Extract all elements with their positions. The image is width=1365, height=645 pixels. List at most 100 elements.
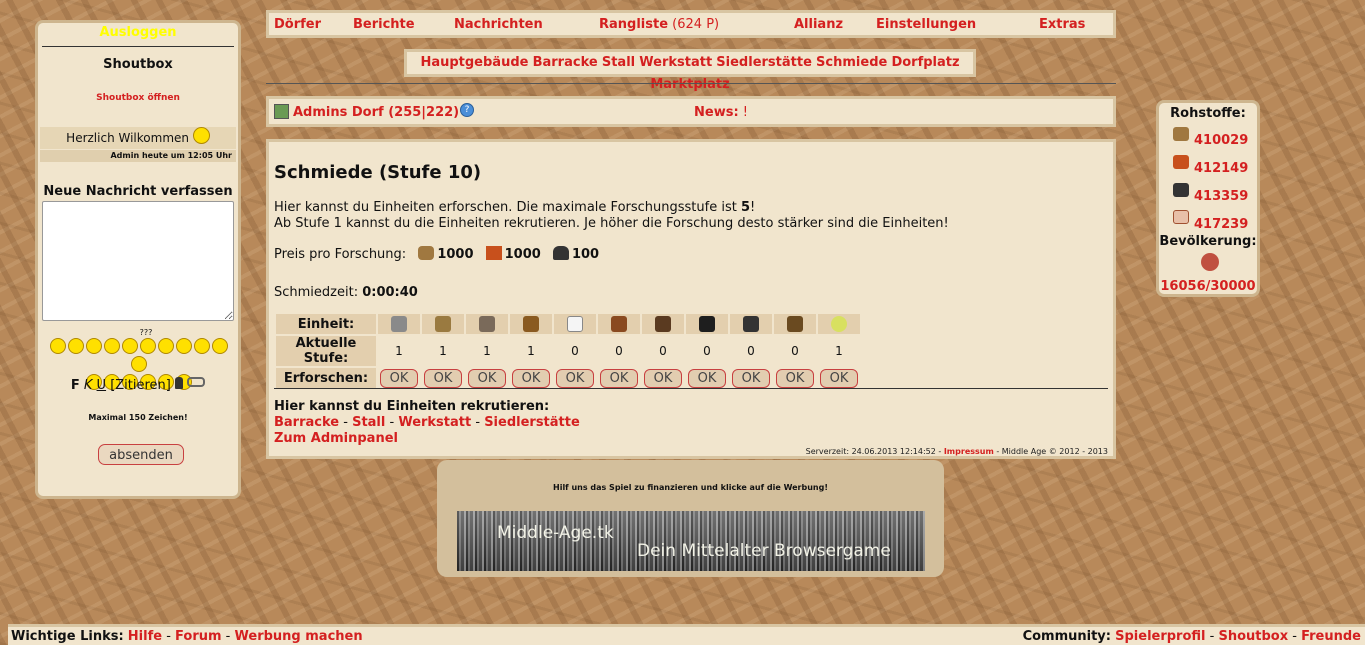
admin-panel-link[interactable]: Zum Adminpanel xyxy=(274,431,398,446)
underline-button[interactable]: U xyxy=(97,378,107,393)
cry-smiley-icon[interactable] xyxy=(158,338,174,354)
link-icon[interactable] xyxy=(187,377,206,387)
server-footer: Serverzeit: 24.06.2013 12:14:52 - Impres… xyxy=(806,447,1108,456)
nav-extras[interactable]: Extras xyxy=(1039,17,1085,32)
footer-ads-link[interactable]: Werbung machen xyxy=(235,629,363,644)
research-ok-button[interactable]: OK xyxy=(512,368,550,388)
laugh-smiley-icon[interactable] xyxy=(194,338,210,354)
footer-friends-link[interactable]: Freunde xyxy=(1301,629,1361,644)
nav-messages[interactable]: Nachrichten xyxy=(454,17,543,32)
community-label: Community: xyxy=(1022,629,1111,644)
unit-cell xyxy=(598,314,640,334)
village-name-link[interactable]: Admins Dorf (255|222) xyxy=(293,105,459,120)
ad-text: Hilf uns das Spiel zu finanzieren und kl… xyxy=(553,483,828,492)
user-icon[interactable] xyxy=(175,377,184,389)
iron-icon xyxy=(552,246,569,260)
research-cell: OK xyxy=(422,368,464,388)
research-ok-button[interactable]: OK xyxy=(644,368,682,388)
row-header-level: Aktuelle Stufe: xyxy=(276,336,376,366)
footer-profile-link[interactable]: Spielerprofil xyxy=(1115,629,1205,644)
food-icon xyxy=(1173,210,1189,224)
research-ok-button[interactable]: OK xyxy=(688,368,726,388)
angry-smiley-icon[interactable] xyxy=(122,338,138,354)
unit-cell xyxy=(510,314,552,334)
research-cell: OK xyxy=(730,368,772,388)
logout-link[interactable]: Ausloggen xyxy=(38,25,238,40)
wink-smiley-icon[interactable] xyxy=(131,356,147,372)
footer-help-link[interactable]: Hilfe xyxy=(128,629,162,644)
nav-reports[interactable]: Berichte xyxy=(353,17,415,32)
footer-forum-link[interactable]: Forum xyxy=(175,629,222,644)
catapult-icon xyxy=(787,316,803,332)
frown-smiley-icon[interactable] xyxy=(50,338,66,354)
smith-time-value: 0:00:40 xyxy=(362,285,418,300)
recruit-title: Hier kannst du Einheiten rekrutieren: xyxy=(274,399,550,414)
unit-level: 1 xyxy=(483,344,491,358)
unit-cell xyxy=(730,314,772,334)
sad-smiley-icon[interactable] xyxy=(104,338,120,354)
nav-villages[interactable]: Dörfer xyxy=(274,17,321,32)
settler-icon xyxy=(831,316,847,332)
bold-button[interactable]: F xyxy=(71,378,80,393)
nav-settings[interactable]: Einstellungen xyxy=(876,17,976,32)
building-link-main[interactable]: Hauptgebäude xyxy=(420,55,528,70)
quote-button[interactable]: [Zitieren] xyxy=(110,378,171,393)
max-chars-note: Maximal 150 Zeichen! xyxy=(88,413,188,422)
ram-icon xyxy=(743,316,759,332)
building-link-settlers[interactable]: Siedlerstätte xyxy=(716,55,812,70)
footer-shoutbox-link[interactable]: Shoutbox xyxy=(1218,629,1288,644)
research-ok-button[interactable]: OK xyxy=(424,368,462,388)
unit-cell xyxy=(774,314,816,334)
news-label[interactable]: News: xyxy=(694,105,739,120)
population-title: Bevölkerung: xyxy=(1159,234,1257,249)
research-ok-button[interactable]: OK xyxy=(820,368,858,388)
building-navigation: Hauptgebäude Barracke Stall Werkstatt Si… xyxy=(404,49,976,92)
research-ok-button[interactable]: OK xyxy=(556,368,594,388)
ad-banner[interactable]: Middle-Age.tk Dein Mittelalter Browserga… xyxy=(457,511,925,571)
unit-cell xyxy=(686,314,728,334)
smile-smiley-icon[interactable] xyxy=(68,338,84,354)
shoutbox-open-link[interactable]: Shoutbox öffnen xyxy=(38,93,238,103)
building-link-barracks[interactable]: Barracke xyxy=(533,55,598,70)
worried-smiley-icon[interactable] xyxy=(212,338,228,354)
nav-ranking[interactable]: Rangliste (624 P) xyxy=(599,17,719,32)
research-ok-button[interactable]: OK xyxy=(732,368,770,388)
message-textarea[interactable] xyxy=(42,201,234,321)
research-ok-button[interactable]: OK xyxy=(776,368,814,388)
nav-ranking-label[interactable]: Rangliste xyxy=(599,17,668,32)
building-link-square[interactable]: Dorfplatz xyxy=(891,55,959,70)
spear-icon xyxy=(391,316,407,332)
banner-subtitle: Dein Mittelalter Browsergame xyxy=(637,541,891,561)
recruit-link-settlers[interactable]: Siedlerstätte xyxy=(484,415,580,430)
copyright: - Middle Age © 2012 - 2013 xyxy=(993,447,1108,456)
impressum-link[interactable]: Impressum xyxy=(944,447,994,456)
recruit-link-barracks[interactable]: Barracke xyxy=(274,415,339,430)
building-link-stable[interactable]: Stall xyxy=(602,55,635,70)
smile-icon xyxy=(192,127,210,144)
divider xyxy=(266,83,1116,84)
happy-smiley-icon[interactable] xyxy=(176,338,192,354)
recruit-link-stable[interactable]: Stall xyxy=(352,415,385,430)
research-ok-button[interactable]: OK xyxy=(380,368,418,388)
banner-title: Middle-Age.tk xyxy=(497,523,614,543)
research-cell: OK xyxy=(642,368,684,388)
research-ok-button[interactable]: OK xyxy=(600,368,638,388)
building-link-workshop[interactable]: Werkstatt xyxy=(639,55,712,70)
row-header-unit: Einheit: xyxy=(276,314,376,334)
research-price: Preis pro Forschung: 1000 1000 100 xyxy=(274,246,599,262)
recruit-link-workshop[interactable]: Werkstatt xyxy=(398,415,471,430)
building-link-smithy[interactable]: Schmiede xyxy=(816,55,887,70)
help-icon[interactable]: ? xyxy=(460,103,474,117)
cool-smiley-icon[interactable] xyxy=(86,338,102,354)
research-cell: OK xyxy=(818,368,860,388)
unit-cell xyxy=(642,314,684,334)
population-icon xyxy=(1201,253,1219,271)
send-button[interactable]: absenden xyxy=(98,444,184,465)
map-icon[interactable] xyxy=(274,104,289,119)
nav-alliance[interactable]: Allianz xyxy=(794,17,843,32)
building-link-market[interactable]: Marktplatz xyxy=(650,77,729,92)
research-ok-button[interactable]: OK xyxy=(468,368,506,388)
unit-level: 1 xyxy=(527,344,535,358)
italic-button[interactable]: K xyxy=(84,378,93,393)
grin-smiley-icon[interactable] xyxy=(140,338,156,354)
